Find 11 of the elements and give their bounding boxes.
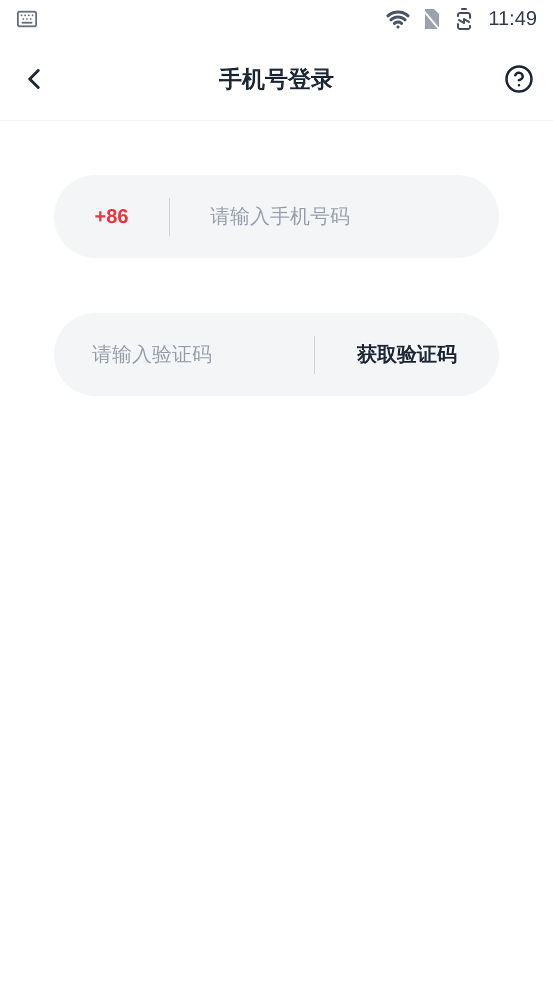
page-title: 手机号登录: [219, 64, 334, 94]
country-code[interactable]: +86: [54, 202, 169, 232]
no-sim-icon: [422, 8, 440, 30]
help-icon: [504, 64, 534, 94]
verification-code-field[interactable]: 请输入验证码: [54, 340, 314, 370]
phone-field[interactable]: +86 请输入手机号码: [54, 175, 499, 258]
get-code-button[interactable]: 获取验证码: [315, 340, 499, 370]
code-field[interactable]: 请输入验证码 获取验证码: [54, 313, 499, 396]
keyboard-icon: [16, 8, 38, 30]
phone-number-field[interactable]: 请输入手机号码: [170, 202, 499, 232]
status-time: 11:49: [488, 7, 537, 32]
